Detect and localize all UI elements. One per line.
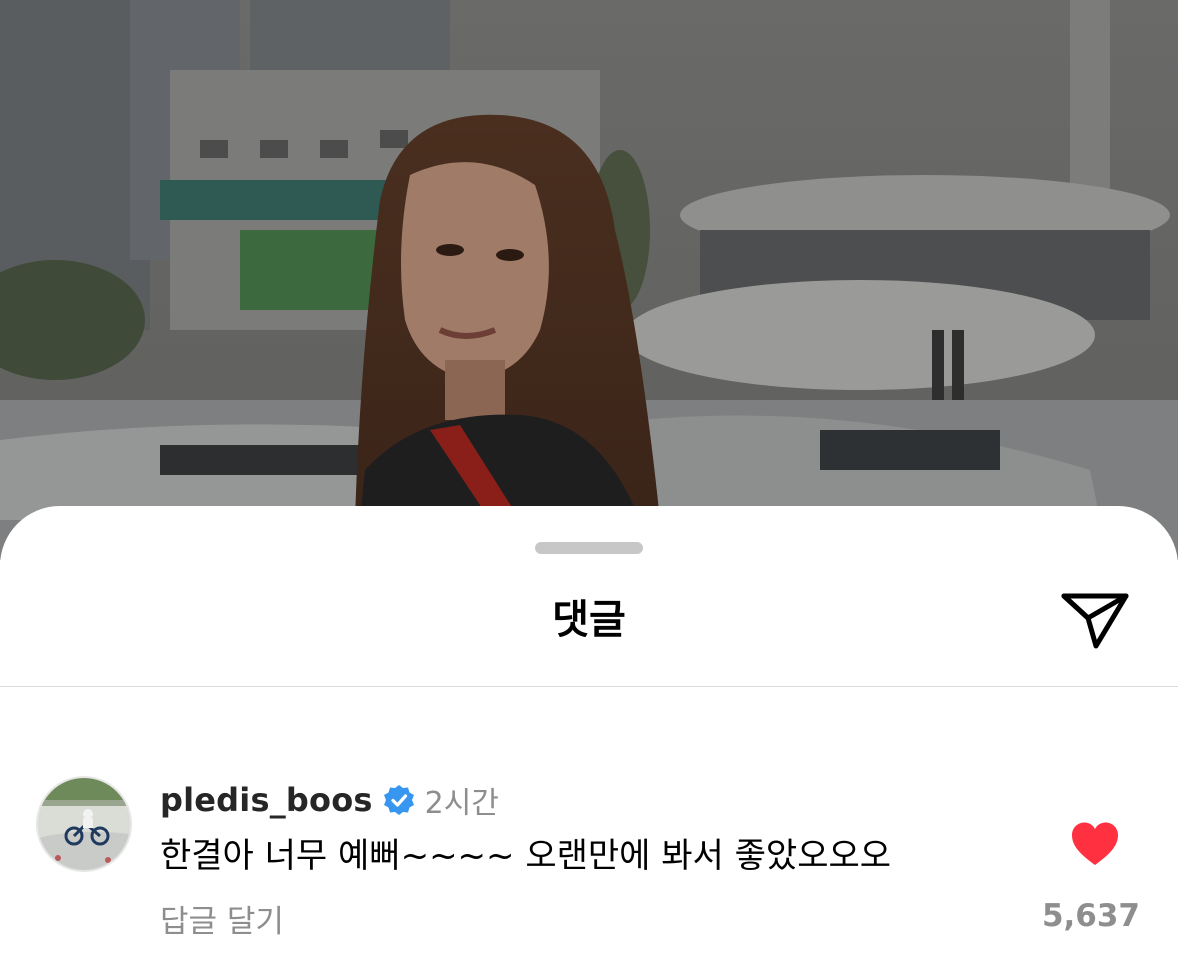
share-button[interactable] — [1058, 586, 1132, 652]
comment-item: pledis_boos 2시간 한결아 너무 예뻐~~~~ 오랜만에 봐서 좋았… — [0, 756, 1178, 956]
reply-button[interactable]: 답글 달기 — [160, 900, 284, 944]
avatar[interactable] — [36, 776, 132, 872]
like-count: 5,637 — [1041, 898, 1140, 934]
heart-icon — [1072, 822, 1118, 865]
post-photo-background — [0, 0, 1178, 560]
header-divider — [0, 686, 1178, 687]
paper-plane-icon — [1061, 593, 1129, 649]
comment-text: 한결아 너무 예뻐~~~~ 오랜만에 봐서 좋았오오오 — [160, 836, 892, 876]
avatar-image — [38, 778, 130, 870]
comment-username[interactable]: pledis_boos — [160, 781, 373, 819]
sheet-title: 댓글 — [552, 597, 626, 643]
comment-timestamp: 2시간 — [424, 786, 499, 821]
instagram-comments-screen: 댓글 pledis_boos 2시간 한결아 너무 예뻐~~~~ 오랜만에 봐서… — [0, 0, 1178, 959]
verified-badge-icon — [383, 785, 414, 815]
comment-header: pledis_boos 2시간 — [160, 778, 499, 822]
like-button[interactable] — [1070, 821, 1120, 867]
comments-sheet: 댓글 pledis_boos 2시간 한결아 너무 예뻐~~~~ 오랜만에 봐서… — [0, 506, 1178, 959]
sheet-drag-handle[interactable] — [535, 542, 643, 554]
